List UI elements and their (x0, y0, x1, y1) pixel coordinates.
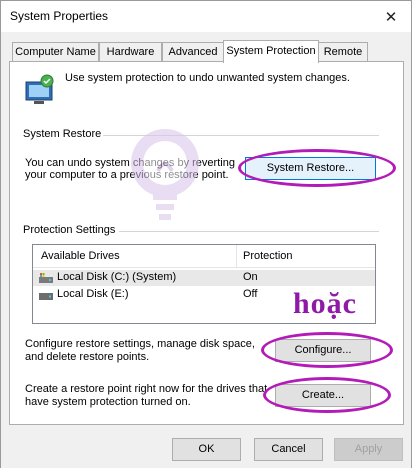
drive-protection: On (243, 271, 258, 283)
cancel-button[interactable]: Cancel (254, 438, 323, 461)
tab-system-protection[interactable]: System Protection (223, 40, 319, 63)
title-bar: System Properties ✕ (1, 1, 411, 32)
annotation-text: hoặc (293, 287, 357, 320)
drive-icon (39, 293, 53, 300)
computer-shield-icon (25, 74, 54, 104)
tab-advanced[interactable]: Advanced (162, 42, 224, 62)
ok-button[interactable]: OK (172, 438, 241, 461)
close-icon[interactable]: ✕ (371, 1, 411, 32)
column-available-drives[interactable]: Available Drives (41, 250, 120, 262)
system-restore-group-label: System Restore (23, 128, 102, 140)
protection-settings-group-label: Protection Settings (23, 224, 116, 236)
highlight-ellipse (238, 149, 396, 187)
drive-name: Local Disk (E:) (57, 288, 129, 300)
column-protection[interactable]: Protection (243, 250, 293, 262)
window-title: System Properties (10, 9, 109, 23)
group-divider (119, 231, 379, 232)
lightbulb-watermark-icon (131, 129, 199, 220)
drives-header: Available Drives Protection (33, 245, 375, 268)
drive-protection: Off (243, 288, 258, 300)
tab-panel (9, 61, 404, 425)
system-drive-icon (39, 273, 53, 283)
highlight-ellipse (261, 332, 393, 368)
configure-description: Configure restore settings, manage disk … (25, 338, 255, 363)
tab-hardware[interactable]: Hardware (99, 42, 162, 62)
intro-text: Use system protection to undo unwanted s… (65, 72, 350, 84)
system-properties-window: System Properties ✕ Computer Name Hardwa… (0, 0, 412, 468)
drive-row[interactable]: Local Disk (C:) (System) On (33, 270, 375, 286)
highlight-ellipse (263, 377, 391, 413)
tab-remote[interactable]: Remote (318, 42, 368, 62)
tab-computer-name[interactable]: Computer Name (12, 42, 99, 62)
apply-button[interactable]: Apply (334, 438, 403, 461)
drive-name: Local Disk (C:) (System) (57, 271, 177, 283)
create-description: Create a restore point right now for the… (25, 383, 268, 408)
column-separator (236, 245, 237, 268)
